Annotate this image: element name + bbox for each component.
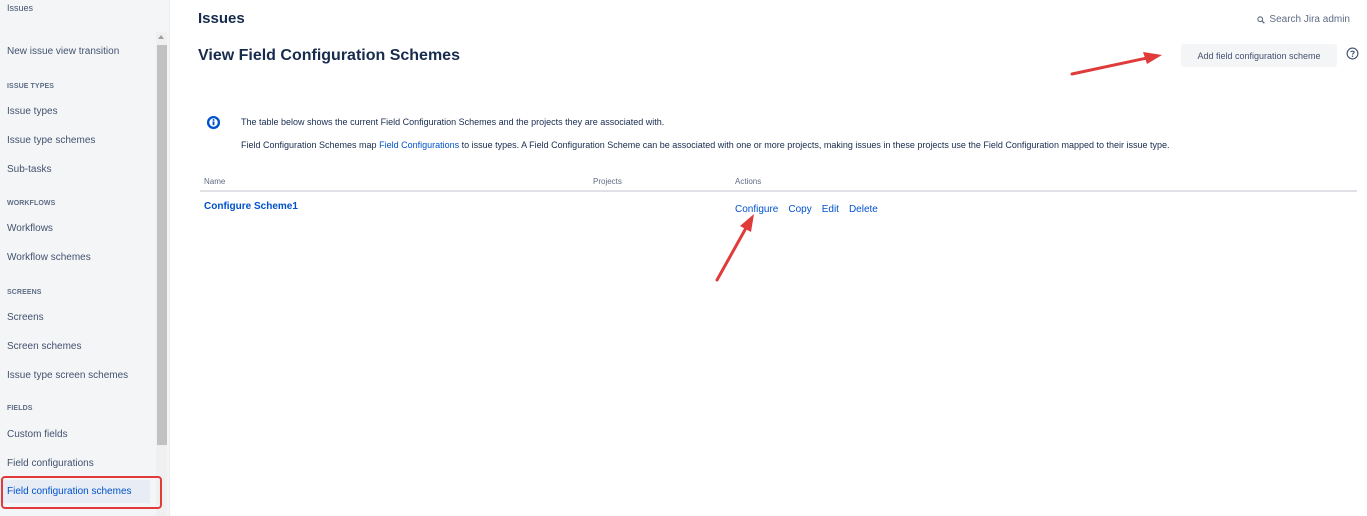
sidebar-item-issue-type-schemes[interactable]: Issue type schemes (7, 135, 95, 146)
column-header-projects: Projects (593, 177, 622, 186)
help-icon[interactable] (1346, 47, 1359, 65)
info-message-line1: The table below shows the current Field … (241, 117, 665, 127)
sidebar-heading-issue-types: ISSUE TYPES (7, 83, 55, 90)
column-header-actions: Actions (735, 177, 762, 186)
sidebar-item-screen-schemes[interactable]: Screen schemes (7, 341, 81, 352)
jira-admin-page: Issues New issue view transition ISSUE T… (0, 0, 1367, 516)
search-admin-label: Search Jira admin (1269, 14, 1350, 25)
sidebar-item-sub-tasks[interactable]: Sub-tasks (7, 164, 51, 175)
info-message-line2: Field Configuration Schemes map Field Co… (241, 140, 1170, 150)
sidebar-scrollbar-thumb[interactable] (157, 45, 167, 445)
section-title: Issues (198, 10, 245, 27)
sidebar-heading-screens: SCREENS (7, 289, 42, 296)
sidebar-top-label[interactable]: Issues (7, 3, 33, 13)
sidebar-item-new-issue-view-transition[interactable]: New issue view transition (7, 46, 119, 57)
sidebar-item-screens[interactable]: Screens (7, 312, 44, 323)
sidebar-item-workflow-schemes[interactable]: Workflow schemes (7, 252, 91, 263)
field-configurations-link[interactable]: Field Configurations (379, 140, 459, 150)
annotation-highlight-box (1, 476, 162, 509)
row-actions: Configure Copy Edit Delete (735, 204, 878, 215)
info-icon (206, 115, 221, 135)
column-header-name: Name (204, 177, 226, 186)
sidebar-item-issue-type-screen-schemes[interactable]: Issue type screen schemes (7, 370, 128, 381)
admin-sidebar: Issues New issue view transition ISSUE T… (0, 0, 170, 516)
info-line2-suffix: to issue types. A Field Configuration Sc… (459, 140, 1170, 150)
sidebar-item-field-configurations[interactable]: Field configurations (7, 458, 94, 469)
info-line2-prefix: Field Configuration Schemes map (241, 140, 380, 150)
search-icon (1257, 15, 1266, 24)
scroll-up-arrow-icon[interactable] (158, 35, 164, 39)
delete-link[interactable]: Delete (849, 204, 878, 215)
main-content: Issues Search Jira admin View Field Conf… (170, 0, 1367, 516)
copy-link[interactable]: Copy (788, 204, 811, 215)
table-header-divider (200, 190, 1357, 192)
scheme-name-link[interactable]: Configure Scheme1 (204, 201, 298, 212)
search-jira-admin-link[interactable]: Search Jira admin (1257, 14, 1350, 25)
edit-link[interactable]: Edit (822, 204, 839, 215)
sidebar-item-custom-fields[interactable]: Custom fields (7, 429, 68, 440)
sidebar-item-issue-types[interactable]: Issue types (7, 106, 58, 117)
add-field-configuration-scheme-button[interactable]: Add field configuration scheme (1181, 44, 1337, 67)
configure-link[interactable]: Configure (735, 204, 778, 215)
sidebar-heading-fields: FIELDS (7, 405, 33, 412)
page-title: View Field Configuration Schemes (198, 47, 460, 64)
sidebar-item-workflows[interactable]: Workflows (7, 223, 53, 234)
sidebar-heading-workflows: WORKFLOWS (7, 200, 56, 207)
